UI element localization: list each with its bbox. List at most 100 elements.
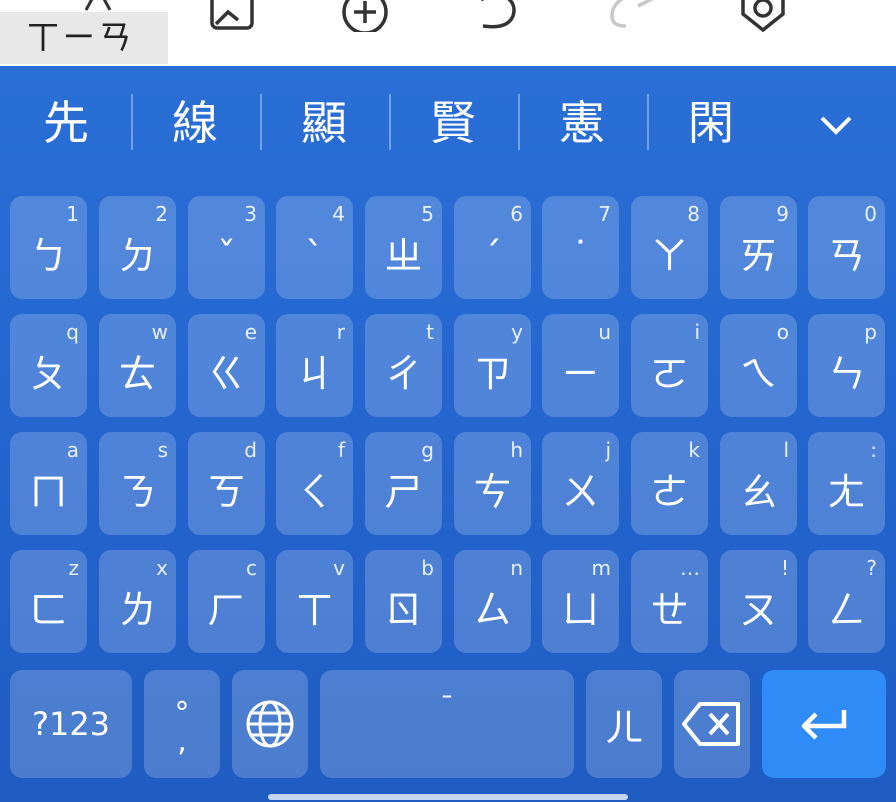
key-label: ㄎ bbox=[207, 470, 246, 514]
key-hint: v bbox=[333, 556, 345, 580]
key-4-2[interactable]: xㄌ bbox=[99, 550, 176, 653]
key-4-9[interactable]: ! ㄡ bbox=[720, 550, 797, 653]
key-4-7[interactable]: mㄩ bbox=[542, 550, 619, 653]
key-4-5[interactable]: bㄖ bbox=[365, 550, 442, 653]
key-1-3[interactable]: 3ˇ bbox=[188, 196, 265, 299]
backspace-key[interactable] bbox=[674, 670, 750, 778]
symbols-key[interactable]: ?123 bbox=[10, 670, 132, 778]
key-3-9[interactable]: lㄠ bbox=[720, 432, 797, 535]
key-1-9[interactable]: 9ㄞ bbox=[720, 196, 797, 299]
key-3-3[interactable]: dㄎ bbox=[188, 432, 265, 535]
key-hint: y bbox=[511, 320, 523, 344]
key-label: ㄡ bbox=[739, 588, 778, 632]
key-4-4[interactable]: vㄒ bbox=[276, 550, 353, 653]
enter-arrow-icon bbox=[801, 710, 847, 740]
candidate-item[interactable]: 賢 bbox=[389, 92, 517, 154]
key-label: ˇ bbox=[217, 234, 236, 278]
key-label: ㄌ bbox=[118, 588, 157, 632]
key-1-2[interactable]: 2ㄉ bbox=[99, 196, 176, 299]
key-hint: b bbox=[421, 556, 434, 580]
text-format-icon[interactable] bbox=[72, 0, 124, 32]
key-3-2[interactable]: sㄋ bbox=[99, 432, 176, 535]
key-1-5[interactable]: 5ㄓ bbox=[365, 196, 442, 299]
key-2-2[interactable]: wㄊ bbox=[99, 314, 176, 417]
key-label: ㄠ bbox=[739, 470, 778, 514]
key-label: ㄣ bbox=[827, 352, 866, 396]
key-hint: 4 bbox=[332, 202, 345, 226]
key-label: ㄧ bbox=[561, 352, 600, 396]
space-key[interactable]: ˉ bbox=[320, 670, 574, 778]
symbols-key-label: ?123 bbox=[31, 705, 111, 743]
key-label: ㄔ bbox=[384, 352, 423, 396]
key-label: ㄟ bbox=[739, 352, 778, 396]
home-indicator bbox=[268, 794, 628, 800]
punctuation-key[interactable]: ° , bbox=[144, 670, 220, 778]
key-3-10[interactable]: :ㄤ bbox=[808, 432, 885, 535]
undo-icon[interactable] bbox=[471, 0, 523, 32]
key-3-1[interactable]: aㄇ bbox=[10, 432, 87, 535]
key-3-6[interactable]: hㄘ bbox=[454, 432, 531, 535]
candidate-item[interactable]: 閑 bbox=[647, 92, 775, 154]
key-3-8[interactable]: kㄜ bbox=[631, 432, 708, 535]
key-1-6[interactable]: 6ˊ bbox=[454, 196, 531, 299]
key-hint: 0 bbox=[864, 202, 877, 226]
key-4-6[interactable]: nㄙ bbox=[454, 550, 531, 653]
key-3-5[interactable]: gㄕ bbox=[365, 432, 442, 535]
redo-icon[interactable] bbox=[604, 0, 656, 32]
key-hint: 3 bbox=[244, 202, 257, 226]
key-hint: 6 bbox=[510, 202, 523, 226]
add-circle-icon[interactable] bbox=[339, 0, 391, 35]
key-label: ㄆ bbox=[29, 352, 68, 396]
key-2-9[interactable]: oㄟ bbox=[720, 314, 797, 417]
key-2-7[interactable]: uㄧ bbox=[542, 314, 619, 417]
candidate-item[interactable]: 憲 bbox=[518, 92, 646, 154]
key-3-4[interactable]: fㄑ bbox=[276, 432, 353, 535]
key-1-10[interactable]: 0ㄢ bbox=[808, 196, 885, 299]
image-icon[interactable] bbox=[206, 0, 258, 32]
key-1-7[interactable]: 7 ˙ bbox=[542, 196, 619, 299]
key-label: ㄙ bbox=[473, 588, 512, 632]
key-3-7[interactable]: jㄨ bbox=[542, 432, 619, 535]
key-2-5[interactable]: tㄔ bbox=[365, 314, 442, 417]
globe-icon bbox=[246, 700, 294, 748]
key-2-6[interactable]: yㄗ bbox=[454, 314, 531, 417]
key-label: ㄓ bbox=[384, 234, 423, 278]
language-switch-key[interactable] bbox=[232, 670, 308, 778]
key-label: ㄗ bbox=[473, 352, 512, 396]
key-hint: q bbox=[66, 320, 79, 344]
key-hint: m bbox=[591, 556, 611, 580]
key-2-4[interactable]: rㄐ bbox=[276, 314, 353, 417]
enter-key[interactable] bbox=[762, 670, 886, 778]
key-hint: x bbox=[156, 556, 168, 580]
key-4-10[interactable]: ? ㄥ bbox=[808, 550, 885, 653]
key-hint: 8 bbox=[687, 202, 700, 226]
key-2-3[interactable]: eㄍ bbox=[188, 314, 265, 417]
key-hint: z bbox=[68, 556, 80, 580]
candidate-item[interactable]: 顯 bbox=[260, 92, 388, 154]
key-4-1[interactable]: zㄈ bbox=[10, 550, 87, 653]
key-1-1[interactable]: 1ㄅ bbox=[10, 196, 87, 299]
key-hint: i bbox=[694, 320, 700, 344]
settings-icon[interactable] bbox=[737, 0, 789, 33]
key-label: ㄕ bbox=[384, 470, 423, 514]
key-label: ˋ bbox=[305, 234, 324, 278]
key-1-4[interactable]: 4ˋ bbox=[276, 196, 353, 299]
key-hint: f bbox=[337, 438, 345, 462]
key-hint: p bbox=[864, 320, 877, 344]
key-label: ㄏ bbox=[207, 588, 246, 632]
key-hint: … bbox=[680, 556, 700, 580]
key-1-8[interactable]: 8ㄚ bbox=[631, 196, 708, 299]
key-2-10[interactable]: pㄣ bbox=[808, 314, 885, 417]
candidate-item[interactable]: 線 bbox=[131, 92, 259, 154]
key-label: ㄅ bbox=[29, 234, 68, 278]
er-key[interactable]: ㄦ bbox=[586, 670, 662, 778]
key-hint: 2 bbox=[155, 202, 168, 226]
key-2-8[interactable]: iㄛ bbox=[631, 314, 708, 417]
key-4-8[interactable]: … ㄝ bbox=[631, 550, 708, 653]
key-label: ㄖ bbox=[384, 588, 423, 632]
key-2-1[interactable]: qㄆ bbox=[10, 314, 87, 417]
candidate-item[interactable]: 先 bbox=[2, 92, 130, 154]
key-hint: k bbox=[688, 438, 700, 462]
key-4-3[interactable]: cㄏ bbox=[188, 550, 265, 653]
expand-candidates-chevron-icon[interactable] bbox=[808, 96, 864, 152]
